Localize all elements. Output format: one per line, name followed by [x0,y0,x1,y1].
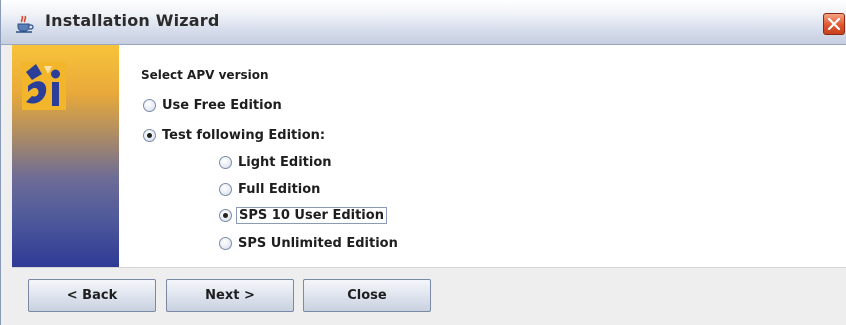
radio-sps-unlimited-edition[interactable]: SPS Unlimited Edition [219,233,398,253]
radio-label: SPS 10 User Edition [236,206,387,224]
radio-label: Use Free Edition [162,97,282,113]
java-cup-icon [16,15,34,33]
window-title: Installation Wizard [45,11,220,30]
radio-label: SPS Unlimited Edition [238,235,398,251]
title-bar[interactable]: Installation Wizard [1,0,846,45]
side-banner [12,45,119,267]
radio-full-edition[interactable]: Full Edition [219,179,320,199]
page-heading: Select APV version [141,68,269,82]
radio-test-following-edition[interactable]: Test following Edition: [143,125,325,145]
apv-logo-icon [22,62,66,110]
radio-label: Full Edition [238,181,321,197]
radio-light-edition[interactable]: Light Edition [219,152,332,172]
radio-button-selected-icon [143,128,156,142]
radio-label: Light Edition [238,154,332,170]
radio-sps-10-user-edition[interactable]: SPS 10 User Edition [219,205,387,225]
radio-use-free-edition[interactable]: Use Free Edition [143,95,282,115]
window-close-button[interactable] [823,13,845,35]
close-icon [827,17,841,31]
radio-button-icon [219,236,232,250]
radio-button-icon [219,155,232,169]
installation-wizard-window: Installation Wizard Select APV version U… [0,0,846,325]
radio-label: Test following Edition: [162,127,326,143]
radio-button-icon [219,182,232,196]
back-button[interactable]: < Back [28,279,156,312]
radio-button-icon [143,98,156,112]
radio-button-selected-icon [219,208,232,222]
close-button[interactable]: Close [303,279,431,312]
next-button[interactable]: Next > [166,279,294,312]
